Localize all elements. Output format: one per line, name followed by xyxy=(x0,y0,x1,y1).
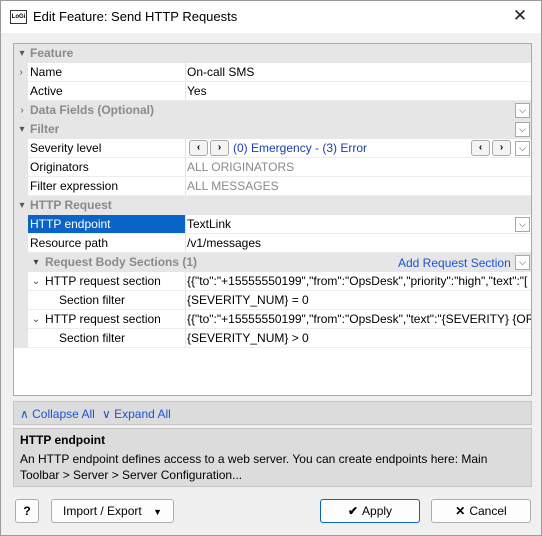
section-filter-value[interactable]: {SEVERITY_NUM} > 0 xyxy=(187,329,531,348)
row-section-filter[interactable]: Section filter {SEVERITY_NUM} = 0 xyxy=(14,291,531,310)
add-request-section-link[interactable]: Add Request Section xyxy=(398,256,511,270)
category-label: Filter xyxy=(30,122,60,136)
apply-button[interactable]: ✔ Apply xyxy=(320,499,420,523)
collapse-icon[interactable]: ▾ xyxy=(17,120,27,139)
app-logo-icon: LoGi xyxy=(10,10,27,24)
body-sections-label: Request Body Sections (1) xyxy=(45,255,198,269)
property-label: HTTP request section xyxy=(45,274,161,288)
chevron-right-icon: › xyxy=(19,67,23,78)
help-text: An HTTP endpoint defines access to a web… xyxy=(20,452,488,482)
row-http-request-section[interactable]: ⌄ HTTP request section {{"to":"+15555550… xyxy=(14,310,531,329)
chevron-down-icon[interactable]: ⌵ xyxy=(515,255,530,270)
chevron-down-icon[interactable]: ⌵ xyxy=(515,141,530,156)
caret-down-icon: ▼ xyxy=(153,507,162,517)
property-label: Resource path xyxy=(30,236,109,250)
row-severity-level[interactable]: Severity level ‹ › (0) Emergency - (3) E… xyxy=(14,139,531,158)
resource-path-value[interactable]: /v1/messages xyxy=(187,234,531,253)
collapse-icon[interactable]: ▾ xyxy=(17,44,27,63)
chevron-down-icon[interactable]: ⌄ xyxy=(30,310,42,329)
severity-value: (0) Emergency - (3) Error xyxy=(233,141,368,155)
property-label: HTTP endpoint xyxy=(28,215,185,234)
help-title: HTTP endpoint xyxy=(20,433,106,447)
property-label: Active xyxy=(30,84,63,98)
http-endpoint-value[interactable]: TextLink xyxy=(187,215,531,234)
edit-feature-dialog: LoGi Edit Feature: Send HTTP Requests ✕ … xyxy=(0,0,542,536)
help-panel: HTTP endpoint An HTTP endpoint defines a… xyxy=(13,428,532,487)
property-label: Section filter xyxy=(59,331,126,345)
help-button[interactable]: ? xyxy=(15,499,39,523)
property-label: HTTP request section xyxy=(45,312,161,326)
row-http-request-section[interactable]: ⌄ HTTP request section {{"to":"+15555550… xyxy=(14,272,531,291)
chevron-down-icon[interactable]: ⌵ xyxy=(515,122,530,137)
collapse-all-link[interactable]: ∧ Collapse All xyxy=(20,407,95,421)
close-icon[interactable]: ✕ xyxy=(509,5,531,27)
active-value[interactable]: Yes xyxy=(187,82,531,101)
category-label: HTTP Request xyxy=(30,198,112,212)
import-export-button[interactable]: Import / Export ▼ xyxy=(51,499,174,523)
chevron-down-icon[interactable]: ⌵ xyxy=(515,103,530,118)
row-section-filter[interactable]: Section filter {SEVERITY_NUM} > 0 xyxy=(14,329,531,348)
row-resource-path[interactable]: Resource path /v1/messages xyxy=(14,234,531,253)
chevron-down-icon[interactable]: ⌄ xyxy=(30,272,42,291)
row-originators[interactable]: Originators ALL ORIGINATORS xyxy=(14,158,531,177)
cancel-button[interactable]: ✕ Cancel xyxy=(431,499,531,523)
category-data-fields[interactable]: › Data Fields (Optional) ⌵ xyxy=(14,101,531,120)
row-active[interactable]: Active Yes xyxy=(14,82,531,101)
property-grid: ▾ Feature › Name On-call SMS Active Yes … xyxy=(13,43,532,396)
name-value[interactable]: On-call SMS xyxy=(187,63,531,82)
property-label: Severity level xyxy=(30,141,102,155)
cancel-label: Cancel xyxy=(469,504,507,518)
check-icon: ✔ xyxy=(347,504,359,518)
collapse-icon[interactable]: ▾ xyxy=(30,253,42,272)
row-filter-expression[interactable]: Filter expression ALL MESSAGES xyxy=(14,177,531,196)
chevron-down-icon[interactable]: ⌵ xyxy=(515,217,530,232)
category-feature[interactable]: ▾ Feature xyxy=(14,44,531,63)
collapse-icon[interactable]: ▾ xyxy=(17,196,27,215)
property-label: Originators xyxy=(30,160,89,174)
chevron-left-icon[interactable]: ‹ xyxy=(471,140,490,156)
x-icon: ✕ xyxy=(455,504,466,518)
category-filter[interactable]: ▾ Filter ⌵ xyxy=(14,120,531,139)
window-title: Edit Feature: Send HTTP Requests xyxy=(33,9,238,24)
row-http-endpoint[interactable]: HTTP endpoint TextLink ⌵ xyxy=(14,215,531,234)
filter-expression-value[interactable]: ALL MESSAGES xyxy=(187,177,531,196)
row-request-body-sections[interactable]: ▾ Request Body Sections (1) Add Request … xyxy=(14,253,531,272)
property-label: Section filter xyxy=(59,293,126,307)
category-label: Feature xyxy=(30,46,74,60)
title-bar: LoGi Edit Feature: Send HTTP Requests ✕ xyxy=(1,1,541,33)
import-export-label: Import / Export xyxy=(63,504,142,518)
category-http-request[interactable]: ▾ HTTP Request xyxy=(14,196,531,215)
expand-collapse-bar: ∧ Collapse All ∨ Expand All xyxy=(13,401,532,425)
chevron-right-icon[interactable]: › xyxy=(17,101,27,120)
property-label: Name xyxy=(30,65,63,79)
property-label: Filter expression xyxy=(30,179,119,193)
row-name[interactable]: › Name On-call SMS xyxy=(14,63,531,82)
category-label: Data Fields (Optional) xyxy=(30,103,155,117)
section-filter-value[interactable]: {SEVERITY_NUM} = 0 xyxy=(187,291,531,310)
originators-value[interactable]: ALL ORIGINATORS xyxy=(187,158,531,177)
http-request-section-value[interactable]: {{"to":"+15555550199","from":"OpsDesk","… xyxy=(187,310,531,329)
expand-all-link[interactable]: ∨ Expand All xyxy=(102,407,171,421)
http-request-section-value[interactable]: {{"to":"+15555550199","from":"OpsDesk","… xyxy=(187,272,531,291)
apply-label: Apply xyxy=(362,504,393,518)
chevron-right-icon[interactable]: › xyxy=(492,140,511,156)
